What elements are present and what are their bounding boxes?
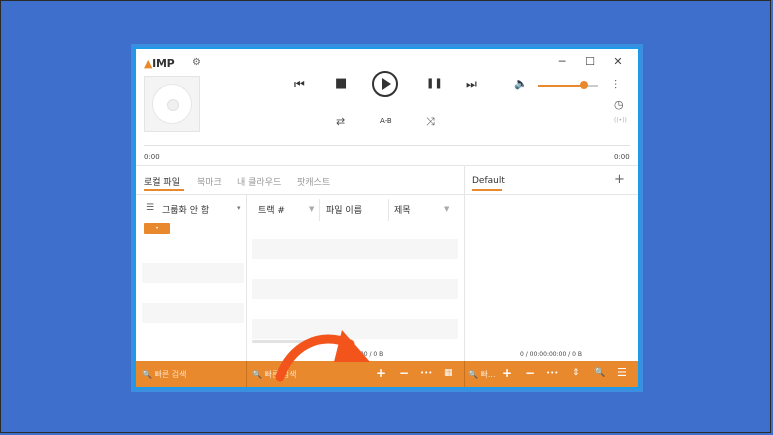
playlist-more-button[interactable]: ••• <box>546 369 558 377</box>
list-stripe <box>142 263 244 283</box>
play-button[interactable] <box>372 71 398 97</box>
playlist-title[interactable]: Default <box>472 176 505 186</box>
minimize-button[interactable]: ─ <box>554 55 570 68</box>
filter-icon[interactable]: ▼ <box>309 205 314 213</box>
column-file-name[interactable]: 파일 이름 <box>326 203 362 216</box>
bottom-toolbar <box>136 361 638 387</box>
volume-icon[interactable]: 🔈 <box>514 77 528 90</box>
ab-repeat-button[interactable]: A-B <box>380 117 392 125</box>
column-title[interactable]: 제목 <box>394 203 411 216</box>
repeat-icon[interactable]: ⇄ <box>336 115 345 128</box>
playlist-tab-indicator <box>472 189 502 191</box>
divider <box>136 165 638 166</box>
tab-podcasts[interactable]: 팟캐스트 <box>297 175 330 188</box>
time-total: 0:00 <box>614 153 630 161</box>
shuffle-icon[interactable]: ⤨ <box>426 115 435 129</box>
previous-track-button[interactable]: ⏮ <box>294 77 305 92</box>
sort-icon[interactable]: ⇕ <box>572 368 580 378</box>
playlist-search-icon[interactable]: 🔍 <box>594 368 605 378</box>
stop-button[interactable]: ■ <box>335 76 347 91</box>
radio-icon[interactable]: ((•)) <box>614 117 627 124</box>
close-button[interactable]: ✕ <box>610 55 626 68</box>
playlist-status: 0 / 00:00:00:00 / 0 B <box>520 351 582 358</box>
time-elapsed: 0:00 <box>144 153 160 161</box>
column-track-number[interactable]: 트랙 # <box>258 203 285 216</box>
playlist-menu-icon[interactable]: ☰ <box>617 366 627 379</box>
remove-button[interactable]: − <box>399 366 409 380</box>
annotation-arrow-icon <box>275 330 370 382</box>
more-button[interactable]: ••• <box>420 369 432 377</box>
volume-slider[interactable] <box>538 85 584 87</box>
toolbar-separator <box>464 361 465 387</box>
table-row <box>252 239 458 259</box>
grid-view-button[interactable]: ▦ <box>444 368 453 378</box>
tab-bookmarks[interactable]: 북마크 <box>197 175 222 188</box>
divider <box>136 194 638 195</box>
maximize-button[interactable]: ☐ <box>582 55 598 68</box>
filter-icon[interactable]: ▼ <box>444 205 449 213</box>
column-divider <box>319 199 320 221</box>
toolbar-separator <box>246 361 247 387</box>
tab-my-cloud[interactable]: 내 클라우드 <box>237 175 281 188</box>
next-track-button[interactable]: ⏭ <box>466 77 477 92</box>
playlist-search-input[interactable]: 🔍 빠... <box>468 369 496 380</box>
table-row <box>252 279 458 299</box>
pane-divider <box>246 194 247 361</box>
column-divider <box>388 199 389 221</box>
equalizer-icon[interactable]: ⫶ <box>614 78 617 93</box>
list-stripe <box>142 303 244 323</box>
timer-icon[interactable]: ◷ <box>614 98 624 111</box>
pane-divider <box>464 165 465 361</box>
quick-search-input[interactable]: 🔍 빠른 검색 <box>142 369 187 380</box>
album-art <box>144 76 200 132</box>
playlist-remove-button[interactable]: − <box>525 366 535 380</box>
library-item-chip[interactable]: • <box>144 223 170 234</box>
tab-local-files[interactable]: 로컬 파일 <box>144 175 180 188</box>
pause-button[interactable]: ❚❚ <box>426 78 443 89</box>
aimp-logo: ▲IMP <box>144 57 175 70</box>
group-menu-icon[interactable]: ☰ <box>146 203 154 213</box>
add-playlist-button[interactable]: + <box>614 172 625 187</box>
playlist-add-button[interactable]: + <box>502 366 512 380</box>
active-tab-indicator <box>144 189 184 191</box>
seek-bar[interactable] <box>144 145 630 146</box>
aimp-window: ▲IMP ⚙ ─ ☐ ✕ ⏮ ■ ❚❚ ⏭ 🔈 ⫶ ◷ ((•)) ⇄ A-B … <box>134 47 640 389</box>
group-selector[interactable]: 그룹화 안 함 <box>162 203 209 216</box>
chevron-down-icon[interactable]: ▾ <box>237 204 241 212</box>
volume-knob[interactable] <box>580 81 588 89</box>
settings-gear-icon[interactable]: ⚙ <box>192 57 201 68</box>
disc-icon <box>152 84 192 124</box>
